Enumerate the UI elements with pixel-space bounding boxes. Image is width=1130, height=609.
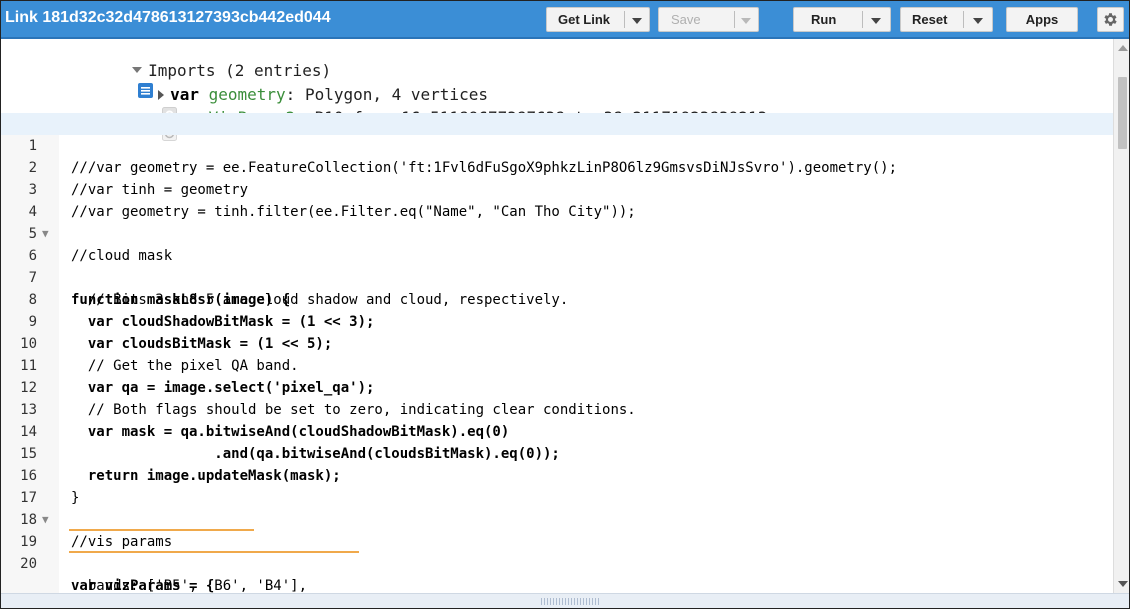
code-line[interactable]: 11 var qa = image.select('pixel_qa'); [1, 333, 1113, 396]
scroll-down-icon[interactable] [1118, 581, 1128, 587]
code-line[interactable]: 18 //vis params [1, 487, 1113, 550]
warning-underline [69, 549, 359, 553]
code-line[interactable]: 13 var mask = qa.bitwiseAnd(cloudShadowB… [1, 377, 1113, 440]
code-line[interactable]: 5 //cloud mask [1, 201, 1113, 264]
code-line[interactable]: 15 return image.updateMask(mask); [1, 421, 1113, 484]
code-line[interactable]: 10 // Get the pixel QA band. [1, 311, 1113, 374]
line-number: 20 [20, 556, 37, 572]
code-line[interactable]: 1 ///var geometry = ee.FeatureCollection… [1, 113, 1113, 176]
save-button[interactable]: Save [658, 7, 759, 32]
gear-icon-graphic [1104, 13, 1117, 26]
code-line[interactable]: 9 var cloudsBitMask = (1 << 5); [1, 289, 1113, 352]
code-line[interactable]: 6 ▼ function maskL8sr(image) { [1, 223, 1113, 308]
imports-panel: Imports (2 entries) var geometry: Polygo… [1, 39, 1113, 141]
resize-grip-icon[interactable] [541, 598, 601, 605]
fold-arrow-icon[interactable]: ▼ [42, 509, 49, 531]
run-label: Run [811, 12, 837, 27]
code-line[interactable]: 14 .and(qa.bitwiseAnd(cloudsBitMask).eq(… [1, 399, 1113, 462]
code-editor[interactable]: Imports (2 entries) var geometry: Polygo… [1, 39, 1113, 593]
warning-underline [69, 527, 254, 531]
code-line[interactable]: 16 } [1, 443, 1113, 506]
code-line[interactable]: 4 [1, 179, 1113, 220]
code-line[interactable]: 3 //var geometry = tinh.filter(ee.Filter… [1, 157, 1113, 220]
code-line[interactable]: 7 // Bits 3 and 5 are cloud shadow and c… [1, 245, 1113, 308]
save-label: Save [671, 12, 701, 27]
scroll-up-icon[interactable] [1118, 45, 1128, 51]
scrollbar-thumb[interactable] [1118, 77, 1127, 149]
panel-resize-bar[interactable] [1, 593, 1129, 608]
apps-button[interactable]: Apps [1006, 7, 1078, 32]
gear-icon[interactable] [1097, 7, 1124, 32]
reset-button[interactable]: Reset [900, 7, 993, 32]
apps-label: Apps [1025, 12, 1059, 27]
reset-label: Reset [912, 12, 948, 27]
chevron-down-icon[interactable] [741, 18, 751, 24]
chevron-down-icon[interactable] [973, 18, 983, 24]
get-link-button[interactable]: Get Link [546, 7, 650, 32]
code-text[interactable]: bands: ['B5', 'B6', 'B4'], [71, 575, 307, 593]
get-link-label: Get Link [558, 12, 611, 27]
run-button[interactable]: Run [793, 7, 891, 32]
code-line[interactable]: 17 [1, 465, 1113, 506]
code-editor-window: Link 181d32c32d478613127393cb442ed044 Ge… [0, 0, 1130, 609]
chevron-down-icon[interactable] [871, 18, 881, 24]
script-title: Link 181d32c32d478613127393cb442ed044 [5, 9, 331, 26]
code-line[interactable]: 12 // Both flags should be set to zero, … [1, 355, 1113, 418]
chevron-down-icon[interactable] [632, 18, 642, 24]
code-line[interactable]: 2 //var tinh = geometry [1, 135, 1113, 198]
fold-arrow-icon[interactable]: ▼ [42, 223, 49, 245]
vertical-scrollbar[interactable] [1113, 39, 1129, 593]
editor-toolbar: Link 181d32c32d478613127393cb442ed044 Ge… [1, 1, 1129, 39]
code-line[interactable]: 8 var cloudShadowBitMask = (1 << 3); [1, 267, 1113, 330]
